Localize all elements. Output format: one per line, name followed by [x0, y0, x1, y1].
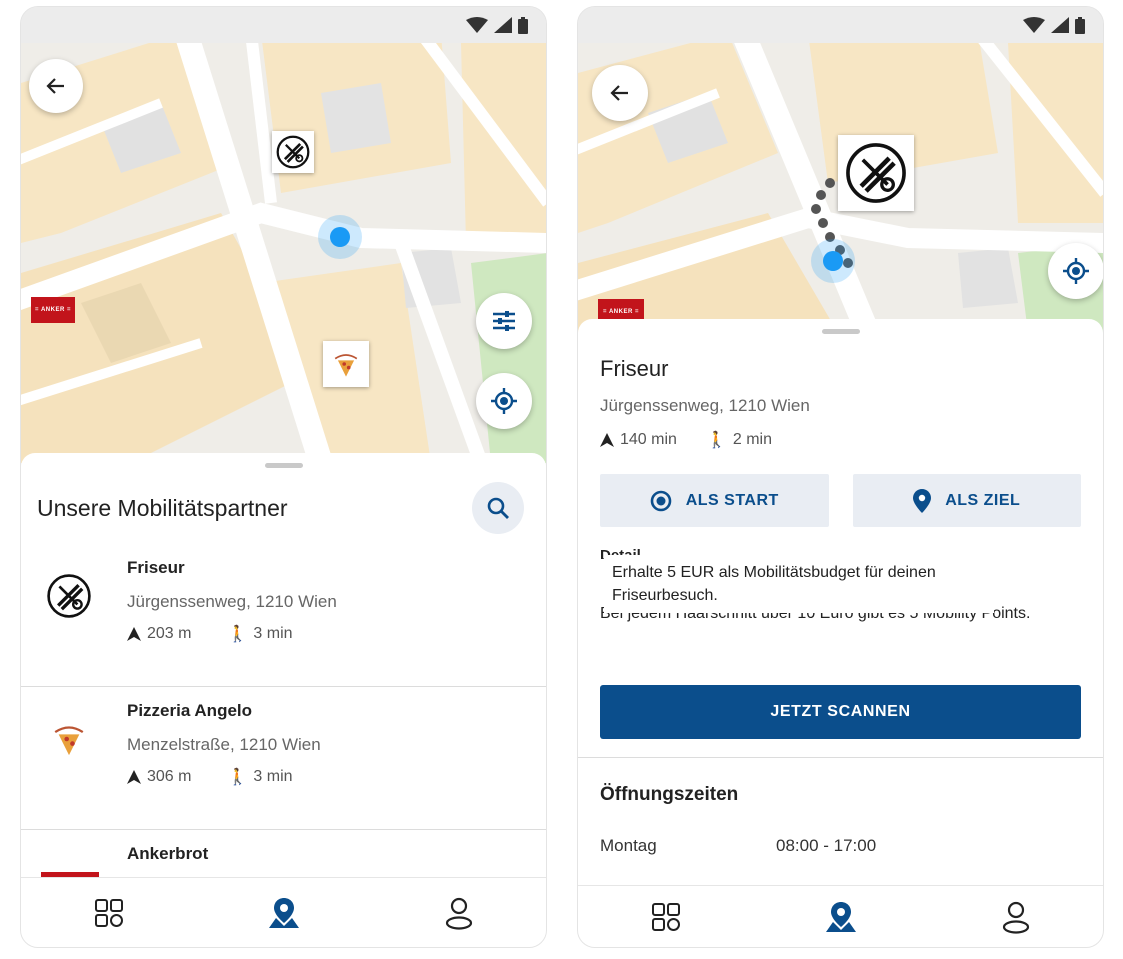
scissors-comb-icon: [47, 574, 91, 618]
list-item-pizzeria[interactable]: Pizzeria Angelo Menzelstraße, 1210 Wien …: [21, 687, 546, 830]
back-button[interactable]: [592, 65, 648, 121]
nav-dashboard[interactable]: [79, 888, 139, 938]
phone-screen-partner-detail: = ANKER = Friseur Jürgenssenweg, 1210 Wi…: [577, 6, 1104, 948]
divider: [578, 757, 1103, 758]
navigation-arrow-icon: [600, 433, 614, 447]
opening-hours-title: Öffnungszeiten: [600, 784, 739, 805]
map-pin-person-icon: [268, 897, 299, 928]
partner-meta: 203 m 🚶 3 min: [127, 624, 293, 644]
partner-logo: [37, 564, 101, 628]
hours-time: 08:00 - 17:00: [776, 836, 877, 855]
signal-icon: [494, 17, 512, 33]
walk-time-text: 2 min: [732, 431, 772, 448]
wifi-icon: [1023, 17, 1045, 33]
walk-time-text: 3 min: [253, 768, 293, 785]
battery-icon: [1075, 16, 1085, 34]
my-location-button[interactable]: [1048, 243, 1103, 299]
my-location-icon: [491, 388, 517, 414]
drive-time-text: 140 min: [620, 431, 677, 448]
battery-icon: [518, 16, 528, 34]
walk-icon: 🚶: [227, 626, 248, 643]
map-pin-person-icon: [825, 901, 856, 932]
scissors-comb-icon: [276, 135, 310, 169]
set-start-button[interactable]: ALS START: [600, 474, 829, 527]
partner-meta: 140 min 🚶 2 min: [600, 430, 1081, 450]
grid-icon: [94, 898, 123, 927]
distance-text: 203 m: [147, 625, 192, 642]
scan-now-button[interactable]: JETZT SCANNEN: [600, 685, 1081, 739]
sheet-title: Unsere Mobilitätspartner: [37, 494, 288, 521]
bottom-navigation: [21, 877, 546, 947]
map-marker-ankerbrot[interactable]: = ANKER =: [31, 297, 75, 323]
partner-list-sheet: Unsere Mobilitätspartner Friseur Jürgens…: [21, 453, 546, 896]
phone-screen-partner-list: = ANKER = Unsere Mobilitätspartner Frise…: [20, 6, 547, 948]
arrow-left-icon: [46, 78, 64, 94]
search-icon: [487, 497, 509, 519]
status-bar: [21, 7, 546, 43]
radio-target-icon: [650, 490, 672, 511]
distance-text: 306 m: [147, 768, 192, 785]
map-marker-friseur[interactable]: [272, 131, 314, 173]
map-pin-icon: [913, 488, 932, 513]
back-button[interactable]: [29, 59, 83, 113]
partner-address: Jürgenssenweg, 1210 Wien: [600, 396, 810, 415]
signal-icon: [1051, 17, 1069, 33]
description-section: Detail Erhalte 5 EUR als Mobilitätsbudge…: [600, 547, 1081, 685]
list-item-friseur[interactable]: Friseur Jürgenssenweg, 1210 Wien 203 m 🚶…: [21, 544, 546, 687]
nav-profile[interactable]: [986, 892, 1046, 942]
nav-map[interactable]: [811, 892, 871, 942]
user-icon: [1002, 901, 1029, 934]
anker-logo: = ANKER =: [35, 307, 71, 313]
walk-icon: 🚶: [227, 769, 248, 786]
set-destination-label: ALS ZIEL: [945, 491, 1021, 509]
pizza-logo: [334, 354, 358, 377]
nav-dashboard[interactable]: [636, 892, 696, 942]
pizza-logo: [54, 726, 84, 756]
scissors-comb-icon: [846, 143, 906, 203]
map-view[interactable]: = ANKER =: [21, 43, 546, 463]
partner-address: Menzelstraße, 1210 Wien: [127, 735, 321, 754]
walk-time-text: 3 min: [253, 625, 293, 642]
partner-detail-sheet: Friseur Jürgenssenweg, 1210 Wien 140 min…: [578, 319, 1103, 885]
wifi-icon: [466, 17, 488, 33]
search-button[interactable]: [472, 482, 524, 534]
opening-hours-row: Montag 08:00 - 17:00: [600, 836, 1081, 856]
filter-button[interactable]: [476, 293, 532, 349]
anker-logo: = ANKER =: [603, 309, 639, 315]
partner-title: Friseur: [600, 356, 669, 381]
my-location-button[interactable]: [476, 373, 532, 429]
navigation-arrow-icon: [127, 627, 141, 641]
drag-handle[interactable]: [264, 463, 303, 468]
map-view[interactable]: = ANKER =: [578, 43, 1103, 333]
set-start-label: ALS START: [685, 491, 779, 509]
partner-name: Ankerbrot: [127, 844, 209, 863]
drag-handle[interactable]: [821, 329, 860, 334]
bottom-navigation: [578, 885, 1103, 947]
partner-logo: [37, 707, 101, 771]
partner-address: Jürgenssenweg, 1210 Wien: [127, 592, 337, 611]
nav-profile[interactable]: [429, 888, 489, 938]
user-icon: [445, 897, 472, 930]
walk-icon: 🚶: [706, 432, 727, 449]
sliders-icon: [493, 311, 515, 331]
grid-icon: [651, 902, 680, 931]
set-destination-button[interactable]: ALS ZIEL: [852, 474, 1081, 527]
partner-name: Friseur: [127, 558, 185, 577]
hours-day: Montag: [600, 836, 657, 855]
partner-name: Pizzeria Angelo: [127, 701, 253, 720]
status-bar: [578, 7, 1103, 43]
my-location-icon: [1063, 258, 1089, 284]
navigation-arrow-icon: [127, 770, 141, 784]
partner-meta: 306 m 🚶 3 min: [127, 767, 293, 787]
map-marker-friseur-selected[interactable]: [838, 135, 914, 211]
nav-map[interactable]: [254, 888, 314, 938]
info-tooltip: Erhalte 5 EUR als Mobilitätsbudget für d…: [604, 555, 994, 613]
arrow-left-icon: [610, 85, 628, 101]
map-background: [21, 43, 546, 463]
map-marker-pizzeria[interactable]: [323, 341, 369, 387]
